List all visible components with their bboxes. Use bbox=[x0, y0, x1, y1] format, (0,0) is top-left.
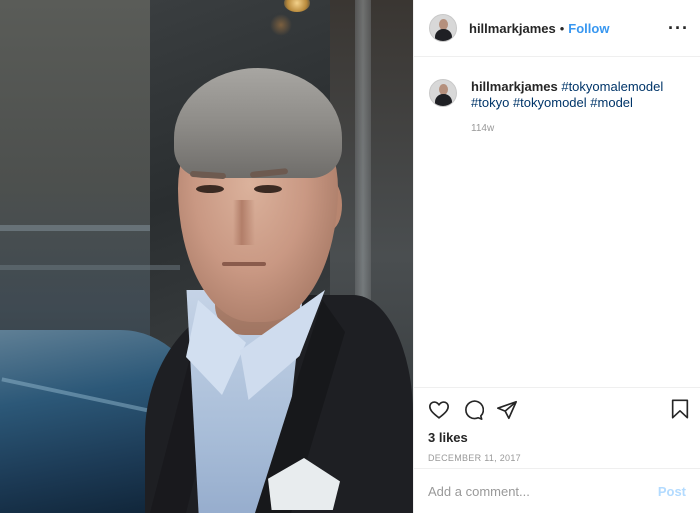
photo-background-railing bbox=[0, 225, 150, 231]
hashtag-link[interactable]: #tokyomalemodel bbox=[561, 79, 663, 94]
share-icon[interactable] bbox=[496, 399, 518, 421]
comment-icon[interactable] bbox=[462, 399, 484, 421]
post-header: hillmarkjames • Follow ··· bbox=[414, 0, 700, 57]
heart-icon[interactable] bbox=[428, 399, 450, 421]
follow-button[interactable]: Follow bbox=[568, 21, 609, 36]
comment-input[interactable] bbox=[428, 483, 628, 499]
post-actions: 3 likes DECEMBER 11, 2017 bbox=[414, 387, 700, 467]
photo-man-eye-left bbox=[196, 185, 224, 193]
photo-background-light-glow bbox=[270, 14, 292, 36]
more-options-icon[interactable]: ··· bbox=[668, 18, 689, 39]
photo-background-pole bbox=[355, 0, 371, 330]
post-date: DECEMBER 11, 2017 bbox=[428, 453, 521, 463]
caption-username[interactable]: hillmarkjames bbox=[471, 79, 558, 94]
photo-man-mouth bbox=[222, 262, 266, 266]
photo-background-railing-lower bbox=[0, 265, 180, 270]
caption-area: hillmarkjames #tokyomalemodel #tokyo #to… bbox=[414, 57, 700, 387]
bookmark-icon[interactable] bbox=[669, 398, 691, 420]
avatar-body bbox=[435, 94, 452, 106]
username-link[interactable]: hillmarkjames bbox=[469, 21, 556, 36]
hashtag-link[interactable]: #tokyomodel bbox=[513, 95, 587, 110]
hashtag-link[interactable]: #tokyo bbox=[471, 95, 509, 110]
photo-background-light bbox=[284, 0, 310, 12]
post-comment-button[interactable]: Post bbox=[658, 484, 686, 499]
photo-man-nose bbox=[233, 200, 255, 245]
likes-count[interactable]: 3 likes bbox=[428, 430, 686, 445]
photo-man-eye-right bbox=[254, 185, 282, 193]
caption-text: hillmarkjames #tokyomalemodel #tokyo #to… bbox=[471, 79, 681, 111]
caption-avatar[interactable] bbox=[429, 79, 457, 107]
separator-dot: • bbox=[559, 20, 565, 36]
caption-row: hillmarkjames #tokyomalemodel #tokyo #to… bbox=[429, 79, 686, 111]
action-icons bbox=[428, 398, 686, 422]
avatar[interactable] bbox=[429, 14, 457, 42]
post-photo[interactable] bbox=[0, 0, 413, 513]
comment-bar: Post bbox=[414, 468, 700, 513]
photo-man-hair bbox=[174, 68, 342, 178]
avatar-body bbox=[435, 29, 452, 41]
hashtag-link[interactable]: #model bbox=[590, 95, 633, 110]
caption-timestamp[interactable]: 114w bbox=[471, 123, 686, 134]
post-side-panel: hillmarkjames • Follow ··· hillmarkjames… bbox=[413, 0, 700, 513]
